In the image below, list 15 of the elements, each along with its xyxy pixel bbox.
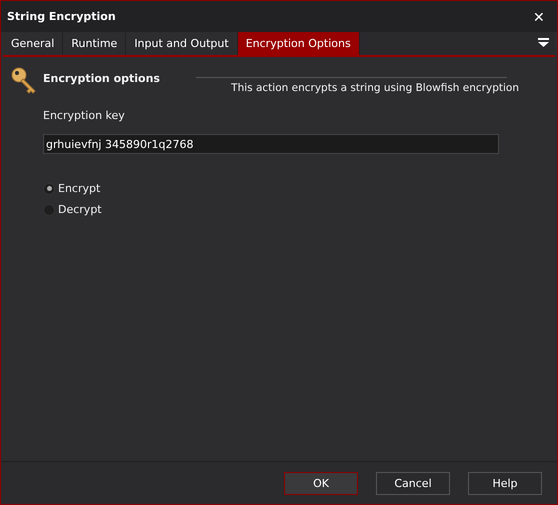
close-button[interactable]: ✕	[527, 8, 551, 24]
dialog-button[interactable]: Help	[468, 472, 542, 494]
field-label: Encryption key	[43, 109, 126, 122]
section-title: Encryption options	[43, 72, 160, 85]
menu-icon[interactable]	[538, 38, 549, 48]
key-icon	[11, 67, 37, 95]
radio-label: Encrypt	[58, 182, 100, 195]
dialog-button[interactable]: OK	[284, 472, 358, 494]
radio-label: Decrypt	[58, 203, 102, 216]
window-title: String Encryption	[7, 10, 116, 23]
description-text: This action encrypts a string using Blowfish encryption	[231, 82, 519, 94]
input-field[interactable]: grhuievfnj 345890r1q2768	[43, 134, 499, 154]
tab[interactable]: Encryption Options	[238, 32, 360, 55]
dialog-button[interactable]: Cancel	[376, 472, 450, 494]
radio-button[interactable]	[43, 182, 55, 194]
